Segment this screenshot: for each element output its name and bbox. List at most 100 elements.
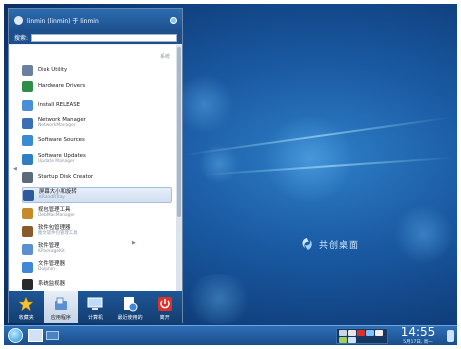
app-name: Hardware Drivers xyxy=(38,83,86,89)
panel-toolbox-icon[interactable] xyxy=(447,330,454,342)
app-list-item[interactable]: Hardware Drivers xyxy=(22,78,172,94)
app-list-item[interactable]: Software Sources xyxy=(22,132,172,148)
network-icon[interactable] xyxy=(366,330,374,336)
wallpaper-orb xyxy=(394,204,454,264)
app-subtitle: Dolphin xyxy=(38,267,55,272)
circuit-board-icon xyxy=(22,80,33,92)
app-text: Software Updates Update Manager xyxy=(38,153,86,165)
package-manager-icon xyxy=(22,225,33,237)
network-icon xyxy=(22,117,33,129)
app-list-item[interactable]: 软件包管理器 图文软件包管理工具 xyxy=(22,223,172,239)
update-icon xyxy=(22,153,33,165)
package-icon xyxy=(22,207,33,219)
user-label: linmin (linmin) 于 linmin xyxy=(27,17,99,25)
app-list-item[interactable]: Startup Disk Creator xyxy=(22,169,172,185)
update-icon[interactable] xyxy=(357,330,365,336)
app-text: 系统监视器 xyxy=(38,281,65,287)
app-text: 文件管理器 Dolphin xyxy=(38,261,65,273)
app-text: Install RELEASE xyxy=(38,102,80,108)
app-list-item[interactable]: 文件管理器 Dolphin xyxy=(22,259,172,275)
installer-icon xyxy=(22,99,33,111)
wallpaper-orb xyxy=(184,274,254,324)
app-text: 屏幕大小和旋转 KRandRTray xyxy=(39,189,77,201)
app-subtitle: DebMacManager xyxy=(38,213,76,218)
recent-icon xyxy=(124,297,138,312)
app-name: Disk Utility xyxy=(38,67,68,73)
desktop-logo: 共创桌面 xyxy=(299,236,359,252)
app-list-item[interactable]: Software Updates Update Manager xyxy=(22,151,172,167)
app-text: 软件管理 KPackageKit xyxy=(38,243,65,255)
clock[interactable]: 14:55 5月17日, 周一 xyxy=(392,325,444,346)
app-list-item[interactable]: Install RELEASE xyxy=(22,97,172,113)
software-manager-icon xyxy=(22,243,33,255)
pin-icon[interactable] xyxy=(170,16,177,24)
globe-icon xyxy=(22,134,33,146)
collapse-arrow-icon[interactable]: ◀ xyxy=(13,166,17,172)
app-list-item[interactable]: 屏幕大小和旋转 KRandRTray xyxy=(22,187,172,203)
app-text: Startup Disk Creator xyxy=(38,174,93,180)
app-text: Disk Utility xyxy=(38,67,67,73)
app-list-item[interactable]: Network Manager NetworkManager xyxy=(22,115,172,131)
disk-icon xyxy=(22,64,33,76)
user-icon xyxy=(14,15,23,25)
wallpaper-orb xyxy=(264,114,354,204)
app-name: Install RELEASE xyxy=(38,102,81,108)
app-list-item[interactable]: Disk Utility xyxy=(22,62,172,78)
launcher-header: linmin (linmin) 于 linmin xyxy=(9,9,182,31)
application-launcher: linmin (linmin) 于 linmin 搜索: 系统 ◀ ▶ Disk… xyxy=(8,8,183,323)
folder-icon xyxy=(22,261,33,273)
tab-leave[interactable]: 离开 xyxy=(147,291,182,323)
search-input[interactable] xyxy=(31,33,177,42)
applications-icon xyxy=(54,297,67,310)
tab-applications[interactable]: 应用程序 xyxy=(43,291,79,323)
section-label: 系统 xyxy=(159,54,170,60)
app-list-item[interactable]: 视包管理工具 DebMacManager xyxy=(22,205,172,221)
app-list: 系统 ◀ ▶ Disk Utility Hardware Drivers Insta… xyxy=(10,45,176,291)
app-text: Software Sources xyxy=(38,137,85,143)
search-row: 搜索: xyxy=(9,31,182,44)
app-subtitle: KRandRTray xyxy=(39,195,65,200)
system-tray xyxy=(336,328,388,344)
tab-favorites[interactable]: 收藏夹 xyxy=(9,291,44,323)
screen-icon[interactable] xyxy=(339,337,347,343)
desktop-pager[interactable] xyxy=(28,329,43,342)
app-subtitle: Update Manager xyxy=(38,159,75,164)
app-list-scrollbar[interactable] xyxy=(176,45,182,291)
app-text: Network Manager NetworkManager xyxy=(38,117,86,129)
battery-icon[interactable] xyxy=(348,337,356,343)
desktop-logo-text: 共创桌面 xyxy=(319,240,360,251)
computer-icon xyxy=(87,297,103,310)
show-desktop-icon[interactable] xyxy=(46,331,59,340)
app-list-item[interactable]: 软件管理 KPackageKit xyxy=(22,241,172,257)
app-list-item[interactable]: 系统监视器 xyxy=(22,276,172,292)
app-text: 视包管理工具 DebMacManager xyxy=(38,207,75,219)
wallpaper-orb xyxy=(174,74,234,134)
tab-label: 收藏夹 xyxy=(18,315,34,321)
app-text: Hardware Drivers xyxy=(38,83,85,89)
app-text: 软件包管理器 图文软件包管理工具 xyxy=(38,225,78,237)
app-subtitle: 图文软件包管理工具 xyxy=(38,231,78,236)
system-monitor-icon xyxy=(22,278,33,290)
star-icon xyxy=(18,296,34,312)
scrollbar-thumb[interactable] xyxy=(177,47,181,217)
klipper-icon[interactable] xyxy=(339,330,347,336)
tab-recent[interactable]: 最近使用的 xyxy=(113,291,148,323)
launcher-tabs: 收藏夹 应用程序 计算机 最近使用的 离开 xyxy=(9,291,182,323)
swirl-logo-icon xyxy=(302,238,312,250)
desktop-screen: 共创桌面 linmin (linmin) 于 linmin 搜索: 系统 ◀ ▶… xyxy=(4,4,457,345)
taskbar: 14:55 5月17日, 周一 xyxy=(4,325,457,345)
tab-computer[interactable]: 计算机 xyxy=(78,291,113,323)
kmenu-button[interactable] xyxy=(8,328,23,343)
usb-icon xyxy=(22,171,33,183)
tab-label: 应用程序 xyxy=(50,315,71,321)
app-name: Software Sources xyxy=(38,137,85,143)
power-icon xyxy=(157,297,172,311)
clock-time: 14:55 xyxy=(400,325,436,339)
monitor-icon xyxy=(23,189,34,201)
app-subtitle: NetworkManager xyxy=(38,123,76,128)
volume-icon[interactable] xyxy=(348,330,356,336)
notification-icon[interactable] xyxy=(375,330,383,336)
tab-label: 最近使用的 xyxy=(117,315,143,321)
tab-label: 计算机 xyxy=(87,315,103,321)
search-label: 搜索: xyxy=(14,35,29,42)
